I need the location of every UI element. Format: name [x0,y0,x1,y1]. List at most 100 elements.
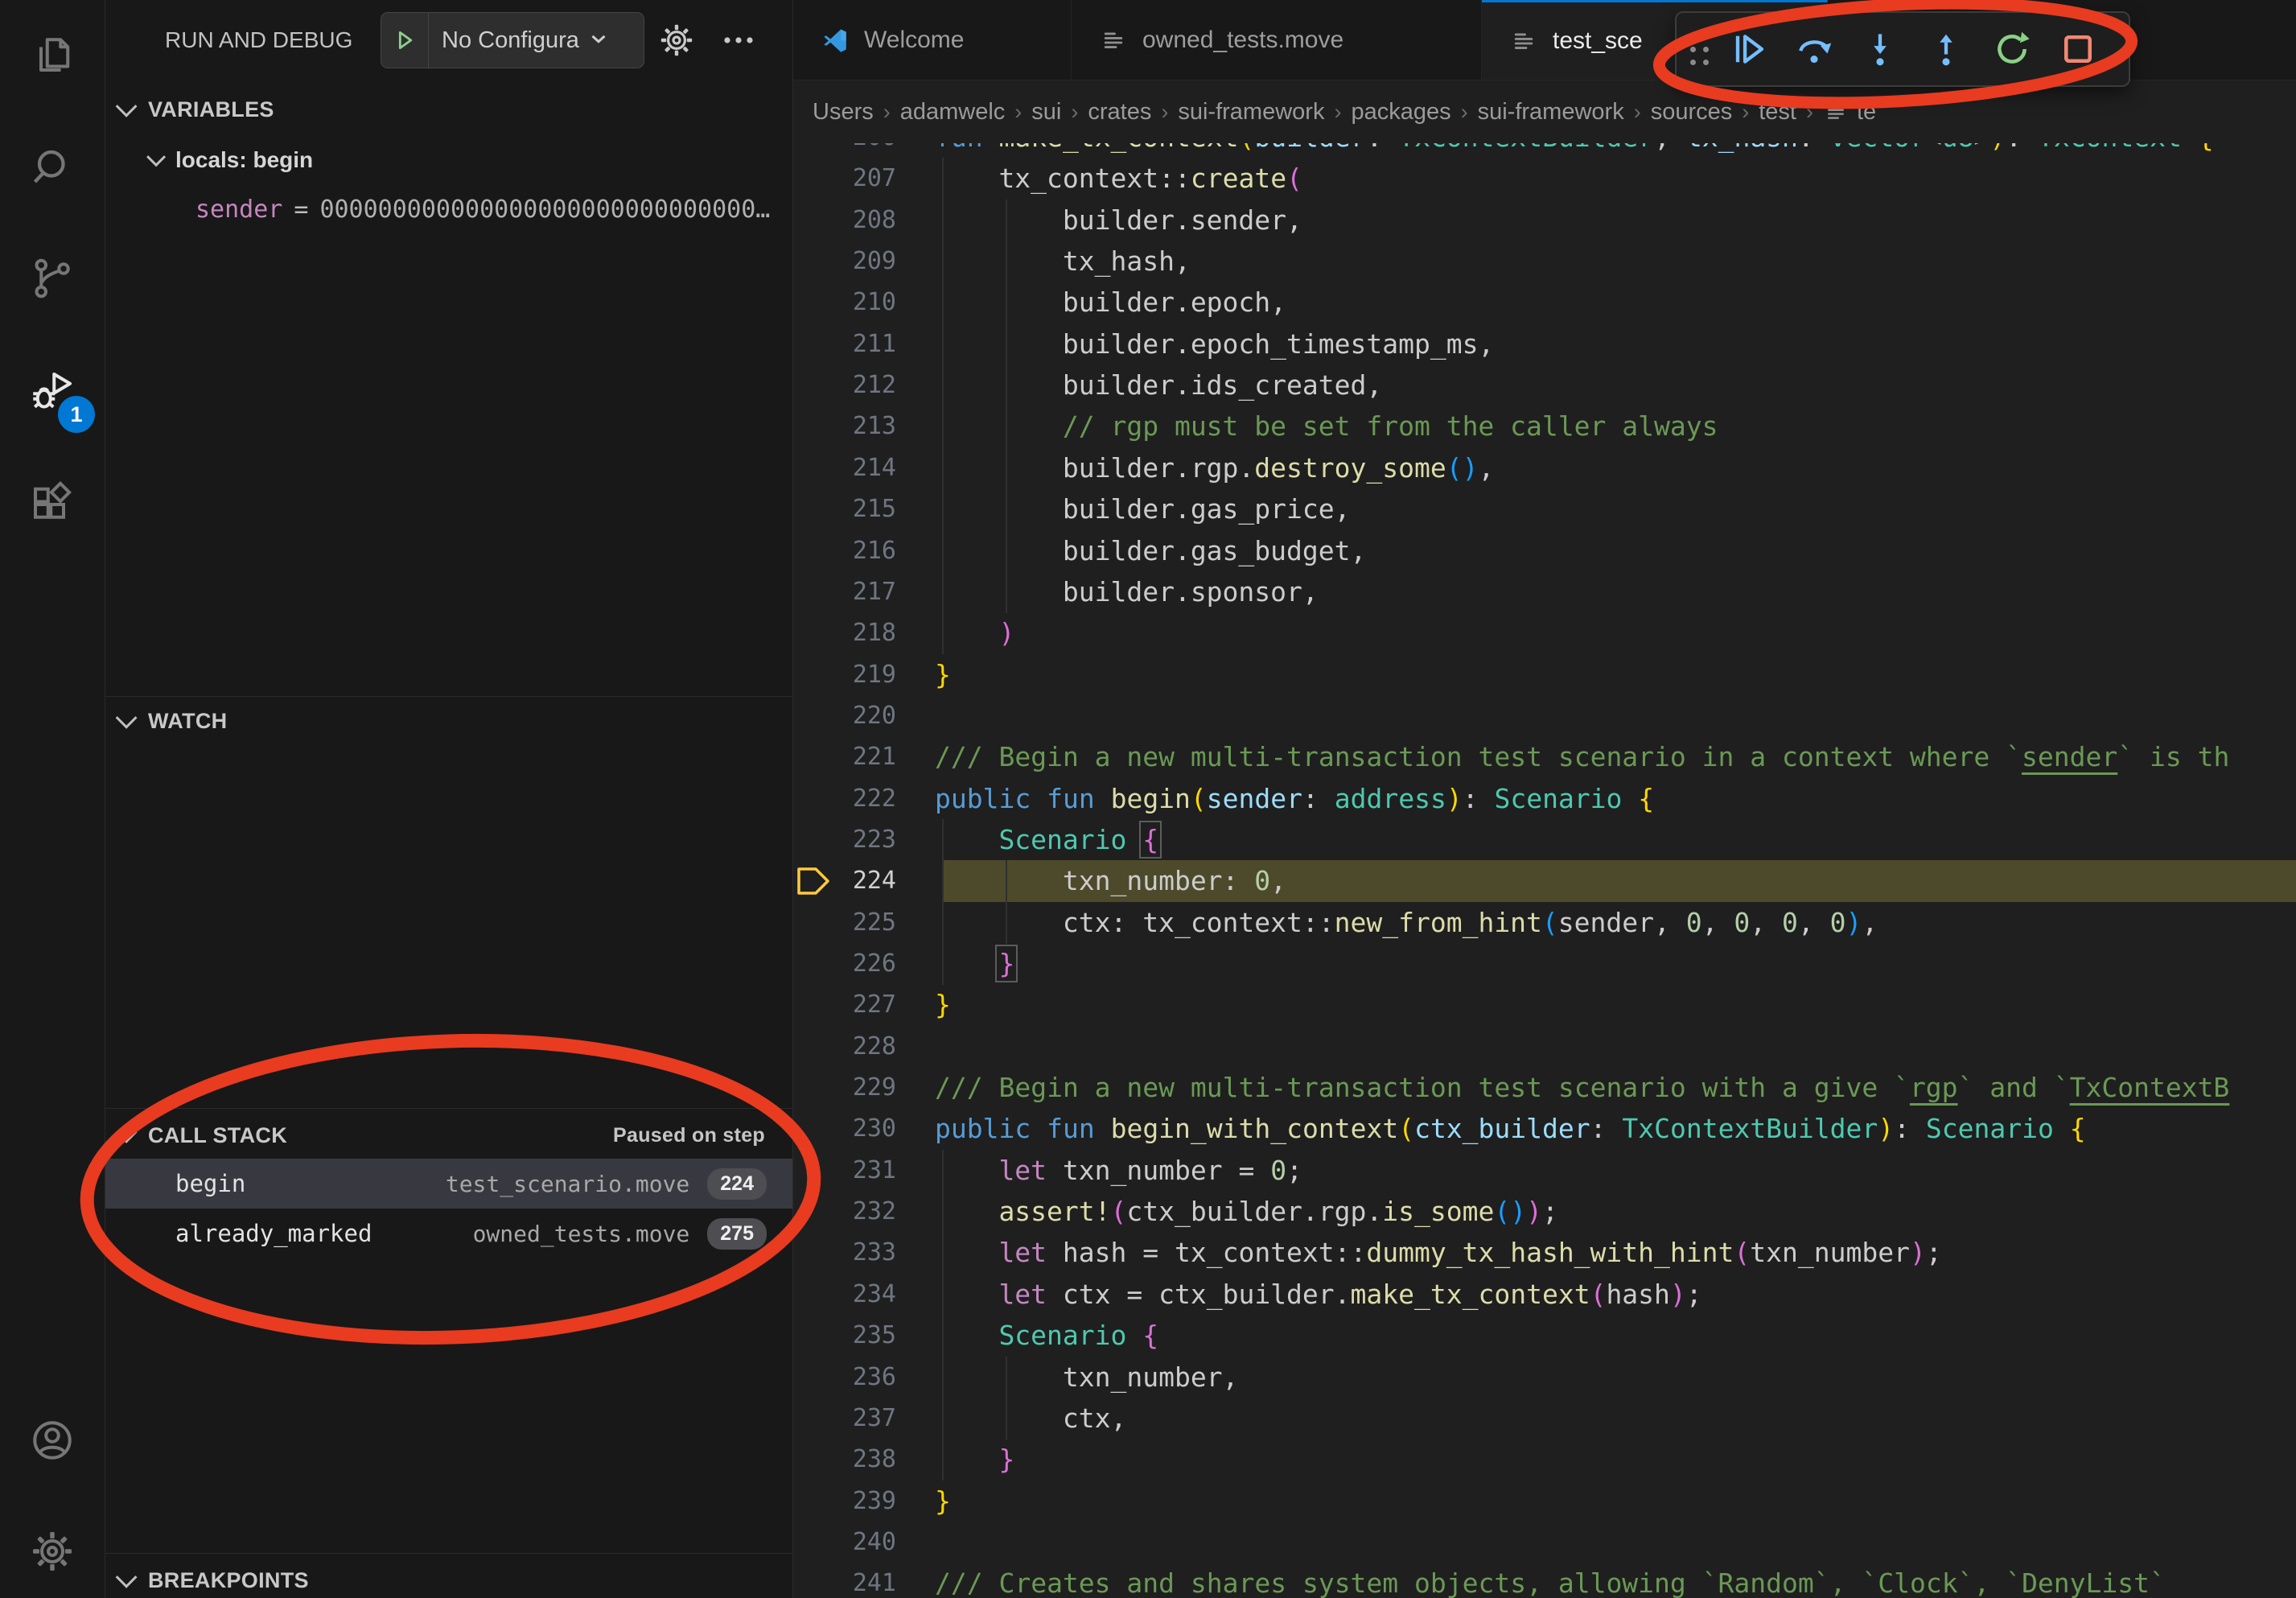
code-line-226[interactable]: 226} [793,943,2296,985]
breadcrumb-item[interactable]: packages [1351,99,1450,126]
code-line-220[interactable]: 220 [793,695,2296,737]
code-line-236[interactable]: 236txn_number, [793,1357,2296,1398]
activity-bar-item-run-and-debug[interactable]: 1 [0,348,105,438]
start-debugging-button[interactable] [381,13,429,68]
code-line-235[interactable]: 235Scenario { [793,1315,2296,1357]
breadcrumb-item[interactable]: sui [1031,99,1061,126]
call-stack-frame[interactable]: begintest_scenario.move224 [105,1159,792,1209]
variable-row-sender[interactable]: sender = 0000000000000000000000000000000… [105,187,792,232]
breadcrumb-item[interactable]: crates [1088,99,1151,126]
breadcrumb-file-item[interactable]: te [1823,99,1876,126]
step-out-button[interactable] [1913,18,1979,80]
breadcrumb-item[interactable]: sources [1651,99,1733,126]
line-number: 239 [793,1481,896,1522]
code-line-text: builder.epoch_timestamp_ms, [1063,323,1494,364]
breadcrumb-item[interactable]: Users [813,99,874,126]
activity-bar-item-settings[interactable] [0,1508,105,1598]
breadcrumb-item[interactable]: adamwelc [900,99,1006,126]
variables-scope-row[interactable]: locals: begin [105,138,792,182]
indent-guide [942,1232,944,1274]
code-line-207[interactable]: 207tx_context::create( [793,158,2296,200]
code-line-240[interactable]: 240 [793,1522,2296,1563]
code-line-210[interactable]: 210builder.epoch, [793,282,2296,323]
code-line-225[interactable]: 225ctx: tx_context::new_from_hint(sender… [793,902,2296,944]
code-line-231[interactable]: 231let txn_number = 0; [793,1150,2296,1192]
activity-bar-item-explorer[interactable] [0,11,105,101]
toolbar-drag-handle-icon[interactable] [1683,25,1715,73]
breadcrumb-item[interactable]: sui-framework [1478,99,1624,126]
code-line-219[interactable]: 219} [793,654,2296,696]
step-over-button[interactable] [1781,18,1847,80]
code-line-232[interactable]: 232assert!(ctx_builder.rgp.is_some()); [793,1191,2296,1233]
start-debugging-dropdown[interactable]: No Configura [381,12,644,68]
code-line-227[interactable]: 227} [793,984,2296,1026]
watch-section-header[interactable]: WATCH [105,698,792,743]
code-line-text: builder.rgp.destroy_some(), [1063,447,1494,488]
indent-guide [1006,447,1007,489]
code-editor[interactable]: 206fun make_tx_context(builder: TxContex… [793,80,2296,1598]
code-line-221[interactable]: 221/// Begin a new multi-transaction tes… [793,736,2296,778]
call-stack-frame[interactable]: already_markedowned_tests.move275 [105,1209,792,1258]
code-line-229[interactable]: 229/// Begin a new multi-transaction tes… [793,1067,2296,1109]
code-line-209[interactable]: 209tx_hash, [793,241,2296,282]
variables-scope-label: locals: begin [175,147,313,173]
breadcrumb-item[interactable]: test [1759,99,1796,126]
activity-bar-item-extensions[interactable] [0,460,105,550]
breadcrumb-item[interactable]: sui-framework [1178,99,1324,126]
code-line-215[interactable]: 215builder.gas_price, [793,488,2296,530]
debug-configuration-label[interactable]: No Configura [442,27,585,54]
code-line-237[interactable]: 237ctx, [793,1398,2296,1439]
code-line-233[interactable]: 233let hash = tx_context::dummy_tx_hash_… [793,1232,2296,1274]
line-number: 228 [793,1026,896,1067]
step-out-icon [1925,28,1967,70]
breadcrumb-file-label: te [1857,99,1876,126]
call-stack-section-header[interactable]: CALL STACK Paused on step [105,1113,792,1158]
code-line-213[interactable]: 213// rgp must be set from the caller al… [793,406,2296,447]
line-number: 220 [793,695,896,736]
line-number: 227 [793,984,896,1025]
breakpoints-section-header[interactable]: BREAKPOINTS [105,1558,792,1598]
code-line-208[interactable]: 208builder.sender, [793,200,2296,241]
line-number: 223 [793,819,896,860]
activity-bar-item-source-control[interactable] [0,235,105,325]
indent-guide [942,530,944,572]
code-line-223[interactable]: 223Scenario { [793,819,2296,861]
restart-button[interactable] [1979,18,2045,80]
variable-name: sender [195,196,282,224]
code-line-222[interactable]: 222public fun begin(sender: address): Sc… [793,778,2296,820]
code-line-234[interactable]: 234let ctx = ctx_builder.make_tx_context… [793,1274,2296,1316]
step-into-button[interactable] [1847,18,1913,80]
activity-bar-item-accounts[interactable] [0,1397,105,1487]
code-line-230[interactable]: 230public fun begin_with_context(ctx_bui… [793,1108,2296,1150]
line-number: 215 [793,488,896,529]
code-line-212[interactable]: 212builder.ids_created, [793,364,2296,406]
section-divider [105,1108,792,1109]
breadcrumb-separator: › [1806,100,1813,125]
variables-section-header[interactable]: VARIABLES [105,87,792,132]
code-line-text: builder.ids_created, [1063,364,1382,406]
code-line-211[interactable]: 211builder.epoch_timestamp_ms, [793,323,2296,365]
tab-label: Welcome [864,27,964,54]
code-line-214[interactable]: 214builder.rgp.destroy_some(), [793,447,2296,489]
stop-button[interactable] [2045,18,2111,80]
code-line-238[interactable]: 238} [793,1439,2296,1481]
code-line-241[interactable]: 241/// Creates and shares system objects… [793,1563,2296,1598]
play-icon [391,27,418,54]
code-line-224[interactable]: 224txn_number: 0, [793,860,2296,902]
code-line-216[interactable]: 216builder.gas_budget, [793,530,2296,572]
more-actions-button[interactable] [710,0,767,80]
indent-guide [1006,1357,1007,1398]
frame-function-name: begin [175,1170,245,1197]
continue-button[interactable] [1715,18,1781,80]
code-line-218[interactable]: 218) [793,612,2296,654]
debug-settings-button[interactable] [652,0,701,80]
activity-bar-item-search[interactable] [0,124,105,214]
code-line-228[interactable]: 228 [793,1026,2296,1068]
tab-owned-tests-move[interactable]: owned_tests.move [1072,0,1482,80]
account-icon [28,1416,76,1468]
line-number: 224 [793,860,896,901]
tab-welcome[interactable]: Welcome [793,0,1072,80]
indent-guide [942,241,944,282]
code-line-217[interactable]: 217builder.sponsor, [793,571,2296,613]
code-line-239[interactable]: 239} [793,1481,2296,1522]
